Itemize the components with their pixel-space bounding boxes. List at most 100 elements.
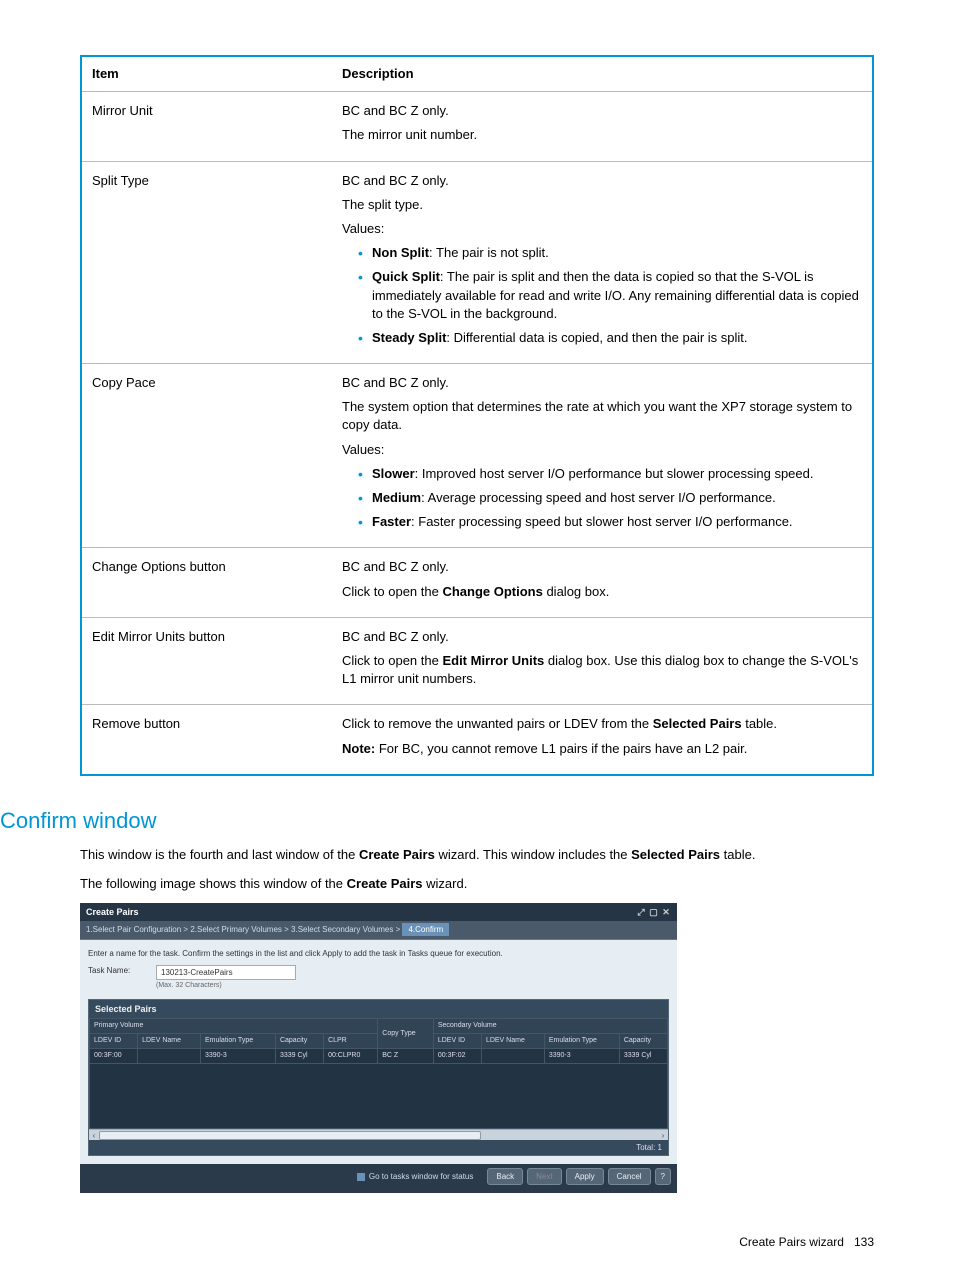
window-title: Create Pairs xyxy=(86,906,139,919)
col-header: LDEV ID xyxy=(433,1034,481,1049)
cell: BC Z xyxy=(378,1049,434,1064)
breadcrumb-step[interactable]: 1.Select Pair Configuration xyxy=(86,925,181,934)
cell: 3390-3 xyxy=(544,1049,619,1064)
col-header: LDEV Name xyxy=(481,1034,544,1049)
header-description: Description xyxy=(332,56,873,92)
description-cell: Click to remove the unwanted pairs or LD… xyxy=(332,705,873,775)
group-primary: Primary Volume xyxy=(90,1019,378,1034)
next-button: Next xyxy=(527,1168,561,1185)
breadcrumb-step-active: 4.Confirm xyxy=(402,923,449,936)
cell: 00:CLPR0 xyxy=(324,1049,378,1064)
desc-line: The system option that determines the ra… xyxy=(342,398,862,434)
table-row: Change Options button BC and BC Z only. … xyxy=(81,548,873,617)
item-cell: Copy Pace xyxy=(81,364,332,548)
fullscreen-icon[interactable]: ⤢ xyxy=(636,906,646,919)
desc-line: The split type. xyxy=(342,196,862,214)
horizontal-scrollbar[interactable]: ‹ › xyxy=(89,1129,668,1140)
cell xyxy=(481,1049,544,1064)
item-cell: Change Options button xyxy=(81,548,332,617)
description-cell: BC and BC Z only. The split type. Values… xyxy=(332,161,873,364)
item-cell: Edit Mirror Units button xyxy=(81,617,332,705)
description-table: Item Description Mirror Unit BC and BC Z… xyxy=(80,55,874,776)
scroll-thumb[interactable] xyxy=(99,1131,481,1140)
task-name-hint: (Max. 32 Characters) xyxy=(156,981,296,991)
desc-line: Values: xyxy=(342,220,862,238)
task-name-label: Task Name: xyxy=(88,965,148,976)
bullet-item: Medium: Average processing speed and hos… xyxy=(358,489,862,507)
close-icon[interactable]: ✕ xyxy=(661,906,671,919)
section-heading: Confirm window xyxy=(0,806,874,837)
page-number: 133 xyxy=(854,1235,874,1249)
col-header: Capacity xyxy=(275,1034,323,1049)
instruction-text: Enter a name for the task. Confirm the s… xyxy=(88,948,669,959)
group-secondary: Secondary Volume xyxy=(433,1019,667,1034)
col-header: CLPR xyxy=(324,1034,378,1049)
table-row: Edit Mirror Units button BC and BC Z onl… xyxy=(81,617,873,705)
desc-bullets: Non Split: The pair is not split. Quick … xyxy=(342,244,862,347)
wizard-body: Enter a name for the task. Confirm the s… xyxy=(80,940,677,1164)
desc-line: BC and BC Z only. xyxy=(342,102,862,120)
col-header: Emulation Type xyxy=(200,1034,275,1049)
task-name-row: Task Name: 130213-CreatePairs (Max. 32 C… xyxy=(88,965,669,991)
cell: 3339 Cyl xyxy=(619,1049,667,1064)
desc-line: The mirror unit number. xyxy=(342,126,862,144)
description-cell: BC and BC Z only. Click to open the Chan… xyxy=(332,548,873,617)
bullet-item: Non Split: The pair is not split. xyxy=(358,244,862,262)
checkbox-label: Go to tasks window for status xyxy=(369,1171,474,1182)
body-paragraph: The following image shows this window of… xyxy=(80,875,874,893)
wizard-breadcrumb: 1.Select Pair Configuration > 2.Select P… xyxy=(80,921,677,939)
col-header: Capacity xyxy=(619,1034,667,1049)
description-cell: BC and BC Z only. Click to open the Edit… xyxy=(332,617,873,705)
wizard-footer: Go to tasks window for status Back Next … xyxy=(80,1164,677,1189)
apply-button[interactable]: Apply xyxy=(566,1168,604,1185)
cell: 3390-3 xyxy=(200,1049,275,1064)
desc-line: Note: For BC, you cannot remove L1 pairs… xyxy=(342,740,862,758)
desc-line: Click to remove the unwanted pairs or LD… xyxy=(342,715,862,733)
header-item: Item xyxy=(81,56,332,92)
bullet-item: Faster: Faster processing speed but slow… xyxy=(358,513,862,531)
window-titlebar: Create Pairs ⤢ ▢ ✕ xyxy=(80,903,677,922)
bullet-item: Quick Split: The pair is split and then … xyxy=(358,268,862,323)
item-cell: Mirror Unit xyxy=(81,92,332,161)
total-row: Total: 1 xyxy=(89,1140,668,1155)
breadcrumb-step[interactable]: 3.Select Secondary Volumes xyxy=(291,925,393,934)
table-row: Remove button Click to remove the unwant… xyxy=(81,705,873,775)
col-header: Emulation Type xyxy=(544,1034,619,1049)
desc-line: Click to open the Edit Mirror Units dial… xyxy=(342,652,862,688)
grid-group-header: Primary Volume Copy Type Secondary Volum… xyxy=(90,1019,668,1034)
checkbox-icon xyxy=(357,1173,365,1181)
cancel-button[interactable]: Cancel xyxy=(608,1168,651,1185)
desc-line: Click to open the Change Options dialog … xyxy=(342,583,862,601)
item-cell: Split Type xyxy=(81,161,332,364)
selected-pairs-grid: Primary Volume Copy Type Secondary Volum… xyxy=(89,1018,668,1128)
description-cell: BC and BC Z only. The mirror unit number… xyxy=(332,92,873,161)
body-paragraph: This window is the fourth and last windo… xyxy=(80,846,874,864)
grid-row[interactable]: 00:3F:00 3390-3 3339 Cyl 00:CLPR0 BC Z 0… xyxy=(90,1049,668,1064)
window-controls: ⤢ ▢ ✕ xyxy=(636,906,671,919)
bullet-item: Steady Split: Differential data is copie… xyxy=(358,329,862,347)
table-header-row: Item Description xyxy=(81,56,873,92)
desc-line: BC and BC Z only. xyxy=(342,628,862,646)
task-name-input[interactable]: 130213-CreatePairs xyxy=(156,965,296,980)
breadcrumb-step[interactable]: 2.Select Primary Volumes xyxy=(190,925,282,934)
desc-bullets: Slower: Improved host server I/O perform… xyxy=(342,465,862,532)
table-row: Split Type BC and BC Z only. The split t… xyxy=(81,161,873,364)
restore-icon[interactable]: ▢ xyxy=(648,906,658,919)
go-to-tasks-checkbox[interactable]: Go to tasks window for status xyxy=(357,1171,474,1182)
scroll-right-icon[interactable]: › xyxy=(658,1130,668,1140)
back-button[interactable]: Back xyxy=(487,1168,523,1185)
scroll-left-icon[interactable]: ‹ xyxy=(89,1130,99,1140)
cell: 00:3F:02 xyxy=(433,1049,481,1064)
panel-title: Selected Pairs xyxy=(89,1000,668,1019)
desc-line: BC and BC Z only. xyxy=(342,558,862,576)
item-cell: Remove button xyxy=(81,705,332,775)
document-page: Item Description Mirror Unit BC and BC Z… xyxy=(0,0,954,1271)
bullet-item: Slower: Improved host server I/O perform… xyxy=(358,465,862,483)
cell xyxy=(138,1049,201,1064)
cell: 00:3F:00 xyxy=(90,1049,138,1064)
table-row: Mirror Unit BC and BC Z only. The mirror… xyxy=(81,92,873,161)
help-button[interactable]: ? xyxy=(655,1168,671,1185)
col-copy-type: Copy Type xyxy=(378,1019,434,1049)
desc-line: BC and BC Z only. xyxy=(342,172,862,190)
cell: 3339 Cyl xyxy=(275,1049,323,1064)
